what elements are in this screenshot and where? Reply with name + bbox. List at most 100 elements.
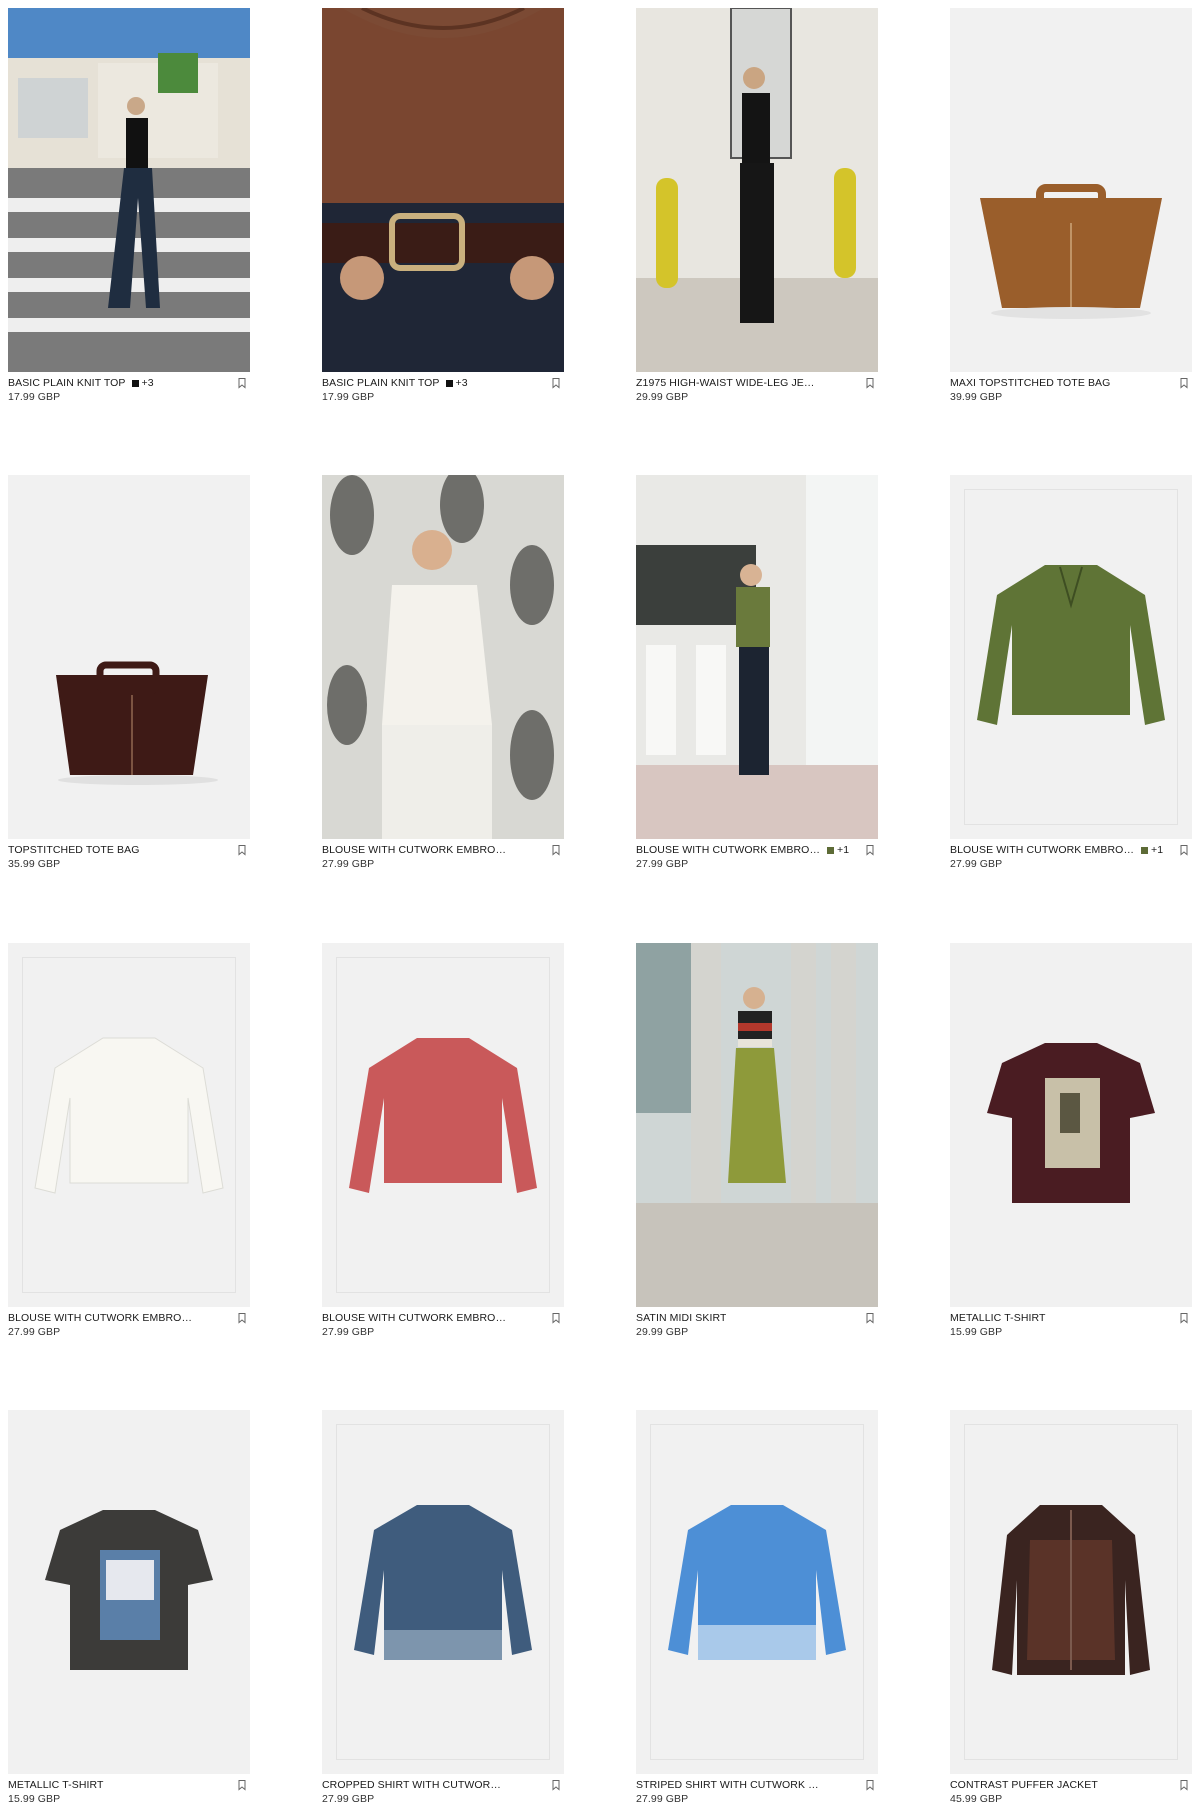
product-image[interactable] <box>322 943 564 1307</box>
product-card[interactable]: BLOUSE WITH CUTWORK EMBROID... +1 27.99 … <box>636 475 878 875</box>
product-meta: STRIPED SHIRT WITH CUTWORK EMBROI... 27.… <box>636 1774 878 1810</box>
product-image[interactable] <box>8 475 250 839</box>
product-meta: BASIC PLAIN KNIT TOP +3 17.99 GBP <box>322 372 564 408</box>
product-price: 27.99 GBP <box>636 858 689 870</box>
product-price: 29.99 GBP <box>636 391 689 403</box>
product-name[interactable]: BLOUSE WITH CUTWORK EMBROIDERY <box>8 1312 193 1324</box>
product-image[interactable] <box>322 1410 564 1774</box>
product-price: 27.99 GBP <box>322 1793 375 1805</box>
bookmark-icon[interactable] <box>550 1312 562 1324</box>
more-colors[interactable]: +1 <box>837 844 849 856</box>
product-name[interactable]: SATIN MIDI SKIRT <box>636 1312 726 1324</box>
product-image[interactable] <box>8 943 250 1307</box>
product-card[interactable]: CONTRAST PUFFER JACKET 45.99 GBP <box>950 1410 1192 1810</box>
product-image[interactable] <box>950 943 1192 1307</box>
product-name[interactable]: BLOUSE WITH CUTWORK EMBROIDERY <box>322 844 507 856</box>
product-image[interactable] <box>950 475 1192 839</box>
product-name[interactable]: BLOUSE WITH CUTWORK EMBROIDERY <box>322 1312 507 1324</box>
product-card[interactable]: TOPSTITCHED TOTE BAG 35.99 GBP <box>8 475 250 875</box>
product-price: 29.99 GBP <box>636 1326 689 1338</box>
product-image[interactable] <box>950 8 1192 372</box>
product-card[interactable]: SATIN MIDI SKIRT 29.99 GBP <box>636 943 878 1343</box>
product-grid: BASIC PLAIN KNIT TOP +3 17.99 GBP BASIC … <box>0 0 1200 1815</box>
bookmark-icon[interactable] <box>236 1312 248 1324</box>
product-image[interactable] <box>636 943 878 1307</box>
product-image[interactable] <box>636 1410 878 1774</box>
product-card[interactable]: METALLIC T-SHIRT 15.99 GBP <box>8 1410 250 1810</box>
bookmark-icon[interactable] <box>864 377 876 389</box>
bookmark-icon[interactable] <box>864 844 876 856</box>
more-colors[interactable]: +1 <box>1151 844 1163 856</box>
product-price: 27.99 GBP <box>322 858 375 870</box>
product-meta: BLOUSE WITH CUTWORK EMBROIDERY 27.99 GBP <box>322 839 564 875</box>
color-swatch[interactable] <box>1141 846 1148 854</box>
product-card[interactable]: STRIPED SHIRT WITH CUTWORK EMBROI... 27.… <box>636 1410 878 1810</box>
product-image[interactable] <box>8 1410 250 1774</box>
bookmark-icon[interactable] <box>236 1779 248 1791</box>
product-meta: CONTRAST PUFFER JACKET 45.99 GBP <box>950 1774 1192 1810</box>
product-card[interactable]: BLOUSE WITH CUTWORK EMBROIDERY 27.99 GBP <box>322 475 564 875</box>
product-name[interactable]: CONTRAST PUFFER JACKET <box>950 1779 1098 1791</box>
product-meta: BLOUSE WITH CUTWORK EMBROIDERY 27.99 GBP <box>8 1307 250 1343</box>
product-image[interactable] <box>322 475 564 839</box>
product-price: 17.99 GBP <box>8 391 61 403</box>
product-image[interactable] <box>322 8 564 372</box>
product-name[interactable]: METALLIC T-SHIRT <box>950 1312 1046 1324</box>
bookmark-icon[interactable] <box>550 377 562 389</box>
product-card[interactable]: METALLIC T-SHIRT 15.99 GBP <box>950 943 1192 1343</box>
more-colors[interactable]: +3 <box>456 377 468 389</box>
bookmark-icon[interactable] <box>550 1779 562 1791</box>
bookmark-icon[interactable] <box>1178 844 1190 856</box>
product-meta: Z1975 HIGH-WAIST WIDE-LEG JEANS 29.99 GB… <box>636 372 878 408</box>
product-price: 27.99 GBP <box>636 1793 689 1805</box>
product-price: 27.99 GBP <box>322 1326 375 1338</box>
product-card[interactable]: MAXI TOPSTITCHED TOTE BAG 39.99 GBP <box>950 8 1192 408</box>
product-name[interactable]: TOPSTITCHED TOTE BAG <box>8 844 140 856</box>
more-colors[interactable]: +3 <box>142 377 154 389</box>
product-image[interactable] <box>636 475 878 839</box>
product-meta: BLOUSE WITH CUTWORK EMBROID... +1 27.99 … <box>636 839 878 875</box>
bookmark-icon[interactable] <box>550 844 562 856</box>
product-name[interactable]: BLOUSE WITH CUTWORK EMBROID... <box>950 844 1135 856</box>
product-meta: BLOUSE WITH CUTWORK EMBROIDERY 27.99 GBP <box>322 1307 564 1343</box>
product-name[interactable]: BASIC PLAIN KNIT TOP <box>322 377 440 389</box>
product-price: 27.99 GBP <box>950 858 1003 870</box>
bookmark-icon[interactable] <box>1178 1779 1190 1791</box>
product-price: 27.99 GBP <box>8 1326 61 1338</box>
product-meta: MAXI TOPSTITCHED TOTE BAG 39.99 GBP <box>950 372 1192 408</box>
product-meta: BLOUSE WITH CUTWORK EMBROID... +1 27.99 … <box>950 839 1192 875</box>
bookmark-icon[interactable] <box>864 1312 876 1324</box>
product-image[interactable] <box>636 8 878 372</box>
product-price: 35.99 GBP <box>8 858 61 870</box>
product-name[interactable]: CROPPED SHIRT WITH CUTWORK EMBRO... <box>322 1779 507 1791</box>
product-name[interactable]: MAXI TOPSTITCHED TOTE BAG <box>950 377 1110 389</box>
color-swatch[interactable] <box>827 846 834 854</box>
product-image[interactable] <box>8 8 250 372</box>
product-name[interactable]: STRIPED SHIRT WITH CUTWORK EMBROI... <box>636 1779 821 1791</box>
product-card[interactable]: BLOUSE WITH CUTWORK EMBROID... +1 27.99 … <box>950 475 1192 875</box>
product-card[interactable]: BASIC PLAIN KNIT TOP +3 17.99 GBP <box>322 8 564 408</box>
product-card[interactable]: BLOUSE WITH CUTWORK EMBROIDERY 27.99 GBP <box>8 943 250 1343</box>
product-meta: BASIC PLAIN KNIT TOP +3 17.99 GBP <box>8 372 250 408</box>
product-card[interactable]: BASIC PLAIN KNIT TOP +3 17.99 GBP <box>8 8 250 408</box>
product-name[interactable]: BASIC PLAIN KNIT TOP <box>8 377 126 389</box>
bookmark-icon[interactable] <box>236 377 248 389</box>
bookmark-icon[interactable] <box>864 1779 876 1791</box>
product-meta: SATIN MIDI SKIRT 29.99 GBP <box>636 1307 878 1343</box>
product-name[interactable]: METALLIC T-SHIRT <box>8 1779 104 1791</box>
product-name[interactable]: BLOUSE WITH CUTWORK EMBROID... <box>636 844 821 856</box>
bookmark-icon[interactable] <box>1178 1312 1190 1324</box>
product-card[interactable]: BLOUSE WITH CUTWORK EMBROIDERY 27.99 GBP <box>322 943 564 1343</box>
product-price: 45.99 GBP <box>950 1793 1003 1805</box>
color-swatch[interactable] <box>131 379 139 387</box>
product-name[interactable]: Z1975 HIGH-WAIST WIDE-LEG JEANS <box>636 377 821 389</box>
product-meta: CROPPED SHIRT WITH CUTWORK EMBRO... 27.9… <box>322 1774 564 1810</box>
bookmark-icon[interactable] <box>236 844 248 856</box>
bookmark-icon[interactable] <box>1178 377 1190 389</box>
product-price: 17.99 GBP <box>322 391 375 403</box>
product-card[interactable]: Z1975 HIGH-WAIST WIDE-LEG JEANS 29.99 GB… <box>636 8 878 408</box>
color-swatch[interactable] <box>445 379 453 387</box>
product-card[interactable]: CROPPED SHIRT WITH CUTWORK EMBRO... 27.9… <box>322 1410 564 1810</box>
product-image[interactable] <box>950 1410 1192 1774</box>
product-meta: METALLIC T-SHIRT 15.99 GBP <box>950 1307 1192 1343</box>
